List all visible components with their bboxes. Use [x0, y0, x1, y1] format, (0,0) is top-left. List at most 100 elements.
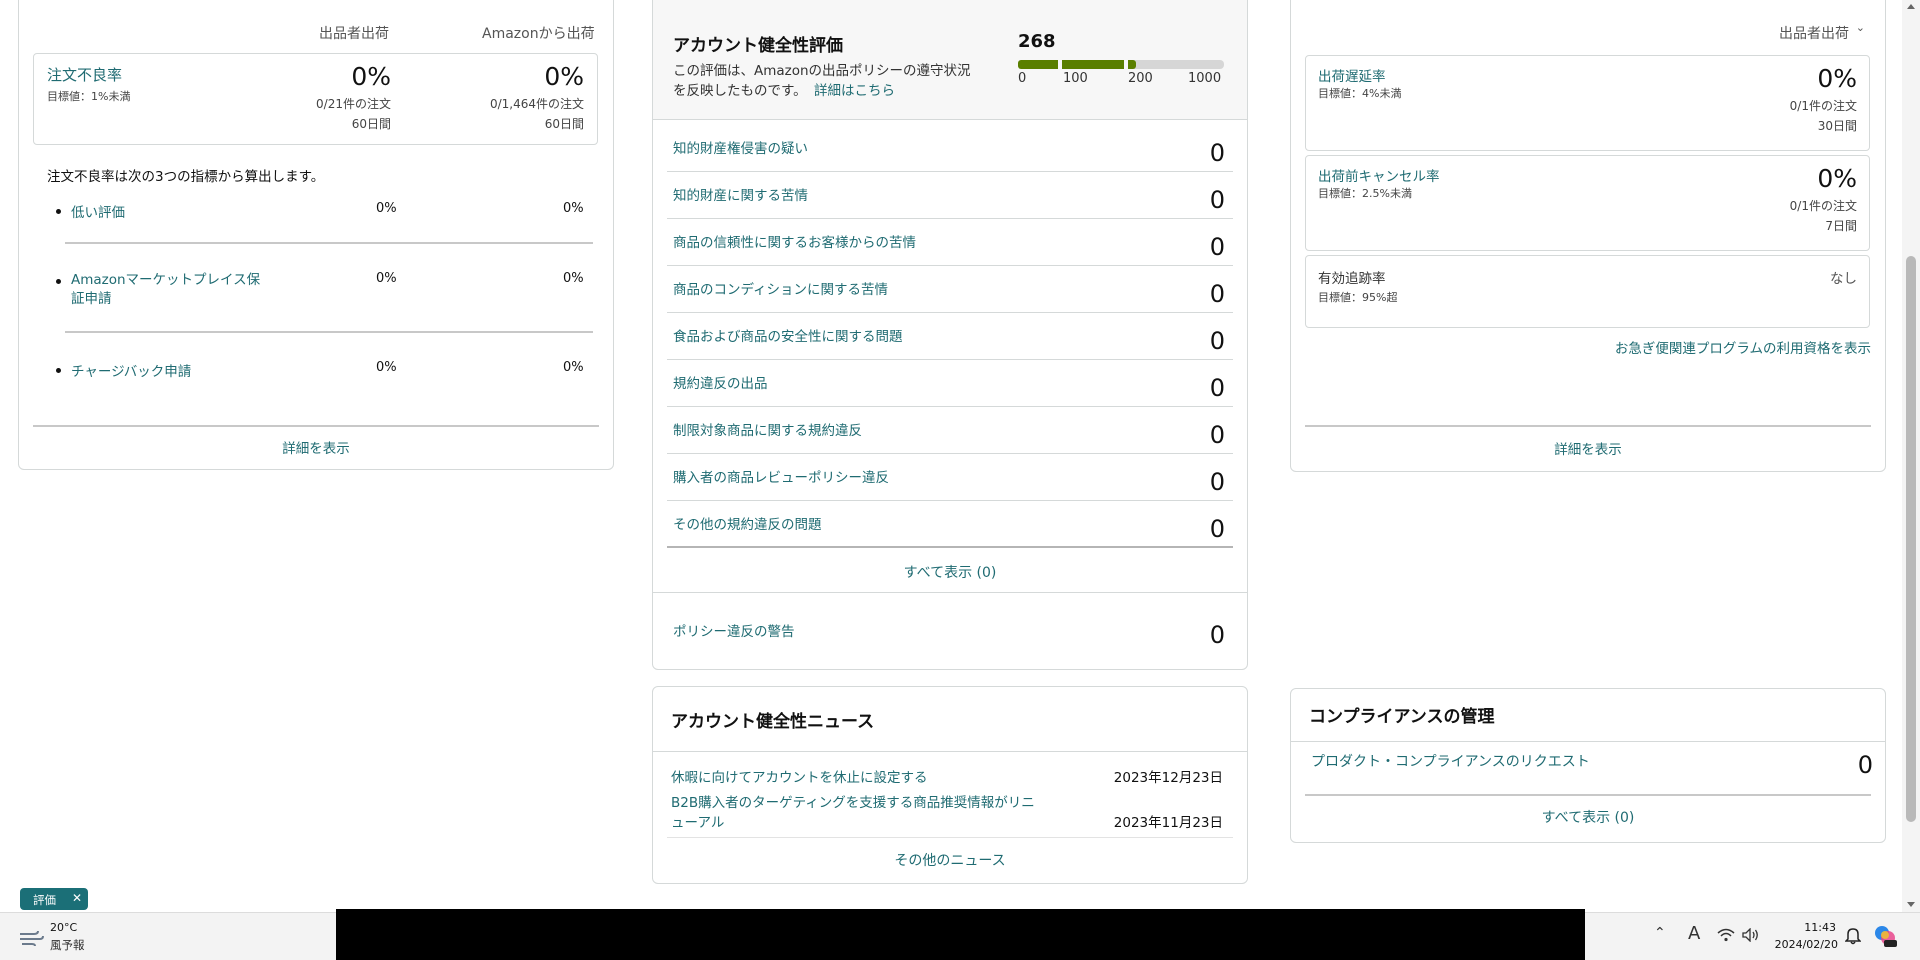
notification-bell-icon[interactable]	[1845, 927, 1861, 945]
policy-row-label[interactable]: その他の規約違反の問題	[673, 513, 822, 533]
policy-row[interactable]: 購入者の商品レビューポリシー違反 0	[667, 454, 1233, 501]
scroll-up-arrow-icon[interactable]	[1907, 4, 1915, 9]
cancel-rate-count: 0/1件の注文	[1789, 199, 1857, 213]
odr-description: 注文不良率は次の3つの指標から算出します。	[47, 169, 325, 185]
chargeback-claims-link[interactable]: チャージバック申請	[71, 360, 191, 380]
weather-temperature[interactable]: 20°C	[50, 921, 77, 934]
divider	[653, 751, 1247, 752]
cancel-rate-link[interactable]: 出荷前キャンセル率	[1318, 165, 1440, 185]
policy-row[interactable]: 知的財産に関する苦情 0	[667, 172, 1233, 219]
policy-row[interactable]: 商品のコンディションに関する苦情 0	[667, 266, 1233, 313]
clock-time[interactable]: 11:43	[1776, 921, 1836, 934]
valid-tracking-rate-box: 有効追跡率 目標値：95%超 なし	[1305, 255, 1870, 328]
a-to-z-claims-link[interactable]: Amazonマーケットプレイス保証申請	[71, 271, 261, 309]
program-eligibility-link[interactable]: お急ぎ便関連プログラムの利用資格を表示	[1615, 337, 1871, 357]
policy-row-label[interactable]: 商品のコンディションに関する苦情	[673, 278, 888, 298]
more-news-link[interactable]: その他のニュース	[653, 850, 1247, 870]
score-bar-segment-low	[1018, 60, 1058, 69]
policy-row-label[interactable]: 規約違反の出品	[673, 372, 768, 392]
column-header-amazon-fulfilled: Amazonから出荷	[482, 26, 595, 42]
amazon-odr-count: 0/1,464件の注文	[489, 97, 584, 111]
score-bar-fill	[1128, 60, 1136, 69]
view-details-link[interactable]: 詳細を表示	[1291, 438, 1885, 458]
policy-row-label[interactable]: 食品および商品の安全性に関する問題	[673, 325, 903, 345]
compliance-management-card: コンプライアンスの管理 プロダクト・コンプライアンスのリクエスト 0 すべて表示…	[1290, 688, 1886, 843]
divider	[653, 592, 1247, 593]
ahr-score: 268	[1018, 31, 1056, 52]
policy-row[interactable]: 商品の信頼性に関するお客様からの苦情 0	[667, 219, 1233, 266]
news-item-link-cont[interactable]: ューアル	[671, 811, 724, 831]
policy-row-label[interactable]: 購入者の商品レビューポリシー違反	[673, 466, 889, 486]
policy-row-label[interactable]: 制限対象商品に関する規約違反	[673, 419, 862, 439]
divider	[1291, 741, 1885, 742]
scale-label-0: 0	[1018, 71, 1027, 86]
negative-feedback-amazon: 0%	[563, 201, 584, 216]
ime-indicator[interactable]: A	[1688, 923, 1700, 944]
copilot-icon[interactable]	[1872, 923, 1898, 949]
policy-row-label[interactable]: 知的財産に関する苦情	[673, 184, 808, 204]
clock-date[interactable]: 2024/02/20	[1772, 938, 1838, 951]
weather-description[interactable]: 風予報	[50, 937, 85, 953]
policy-row[interactable]: 制限対象商品に関する規約違反 0	[667, 407, 1233, 454]
scale-label-200: 200	[1128, 71, 1153, 86]
policy-row-label[interactable]: 知的財産権侵害の疑い	[673, 137, 808, 157]
order-defect-rate-box: 注文不良率 目標値：1%未満 0% 0/21件の注文 60日間 0% 0/1,4…	[33, 53, 598, 145]
wind-weather-icon[interactable]	[18, 929, 44, 947]
page-scrollbar[interactable]	[1902, 0, 1920, 912]
volume-icon[interactable]	[1742, 928, 1760, 942]
policy-row-count: 0	[1209, 233, 1225, 261]
policy-row[interactable]: 食品および商品の安全性に関する問題 0	[667, 313, 1233, 360]
rating-chip-label: 評価	[33, 893, 56, 907]
rating-chip[interactable]: 評価 ✕	[20, 888, 88, 910]
ahr-score-bar	[1018, 60, 1224, 69]
chevron-down-icon[interactable]: ⌄	[1856, 21, 1865, 34]
shipping-performance-card: 出品者出荷 ⌄ 出荷遅延率 目標値：4%未満 0% 0/1件の注文 30日間 出…	[1290, 0, 1886, 472]
product-compliance-requests-link[interactable]: プロダクト・コンプライアンスのリクエスト	[1311, 751, 1590, 771]
order-defect-rate-link[interactable]: 注文不良率	[47, 64, 122, 85]
wifi-icon[interactable]	[1717, 928, 1735, 942]
column-header-seller-fulfilled: 出品者出荷	[319, 26, 389, 42]
news-item-link[interactable]: 休暇に向けてアカウントを休止に設定する	[671, 766, 928, 786]
divider	[65, 331, 593, 333]
valid-tracking-target: 目標値：95%超	[1318, 291, 1398, 304]
view-details-link[interactable]: 詳細を表示	[19, 437, 613, 457]
ahr-title: アカウント健全性評価	[673, 36, 843, 56]
policy-row[interactable]: その他の規約違反の問題 0	[667, 501, 1233, 548]
score-bar-segment-mid	[1062, 60, 1124, 69]
negative-feedback-seller: 0%	[376, 201, 397, 216]
chargeback-seller: 0%	[376, 360, 397, 375]
a-to-z-claims-amazon: 0%	[563, 271, 584, 286]
account-health-news-card: アカウント健全性ニュース 休暇に向けてアカウントを休止に設定する 2023年12…	[652, 686, 1248, 884]
ahr-description-line1: この評価は、Amazonの出品ポリシーの遵守状況	[673, 63, 971, 79]
policy-warnings-link[interactable]: ポリシー違反の警告	[673, 620, 795, 640]
news-title: アカウント健全性ニュース	[671, 712, 875, 732]
late-shipment-count: 0/1件の注文	[1789, 99, 1857, 113]
negative-feedback-link[interactable]: 低い評価	[71, 201, 125, 221]
cancel-rate-percent: 0%	[1817, 164, 1857, 193]
pre-fulfillment-cancel-rate-box: 出荷前キャンセル率 目標値：2.5%未満 0% 0/1件の注文 7日間	[1305, 155, 1870, 251]
show-all-link[interactable]: すべて表示 (0)	[653, 562, 1247, 582]
divider	[667, 837, 1233, 838]
ahr-description-line2: を反映したものです。	[673, 83, 807, 99]
scale-label-100: 100	[1063, 71, 1088, 86]
divider	[65, 242, 593, 244]
redacted-area	[336, 909, 1585, 960]
amazon-odr-period: 60日間	[544, 117, 584, 131]
late-shipment-rate-link[interactable]: 出荷遅延率	[1318, 65, 1386, 85]
news-item-date: 2023年12月23日	[1113, 770, 1223, 786]
order-defect-rate-card: 出品者出荷 Amazonから出荷 注文不良率 目標値：1%未満 0% 0/21件…	[18, 0, 614, 470]
close-icon[interactable]: ✕	[72, 891, 82, 905]
late-shipment-rate-box: 出荷遅延率 目標値：4%未満 0% 0/1件の注文 30日間	[1305, 55, 1870, 151]
fulfillment-dropdown[interactable]: 出品者出荷	[1779, 23, 1849, 43]
show-all-link[interactable]: すべて表示 (0)	[1291, 807, 1885, 827]
scrollbar-thumb[interactable]	[1906, 256, 1916, 822]
policy-row[interactable]: 知的財産権侵害の疑い 0	[667, 125, 1233, 172]
chevron-up-icon[interactable]: ⌃	[1654, 925, 1666, 941]
learn-more-link[interactable]: 詳細はこちら	[814, 79, 895, 99]
policy-row[interactable]: 規約違反の出品 0	[667, 360, 1233, 407]
scroll-down-arrow-icon[interactable]	[1907, 902, 1915, 907]
news-item-link[interactable]: B2B購入者のターゲティングを支援する商品推奨情報がリニ	[671, 791, 1035, 811]
policy-row-count: 0	[1209, 515, 1225, 543]
policy-row-label[interactable]: 商品の信頼性に関するお客様からの苦情	[673, 231, 916, 251]
seller-odr-percent: 0%	[351, 62, 391, 91]
